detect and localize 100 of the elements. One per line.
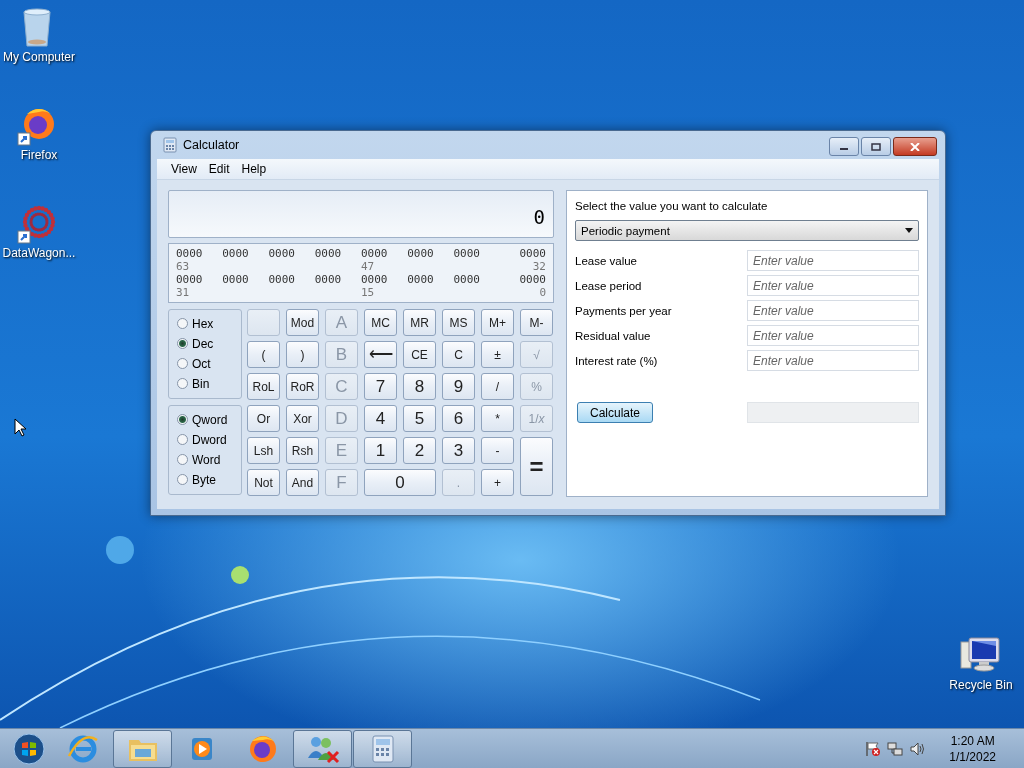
calculator-key[interactable]: MC (364, 309, 397, 336)
bit-position: 31 (176, 286, 191, 299)
bit-group: 0000 (176, 273, 223, 286)
calculator-key[interactable]: / (481, 373, 514, 400)
field-label: Lease period (575, 279, 642, 292)
close-button[interactable] (893, 137, 937, 156)
bit-position: 15 (361, 286, 376, 299)
calculator-key[interactable]: + (481, 469, 514, 496)
icon-label[interactable]: DataWagon... (2, 246, 76, 260)
menu-item[interactable]: Help (235, 162, 273, 176)
input-field[interactable]: Enter value (747, 250, 919, 271)
calculation-dropdown[interactable]: Periodic payment (575, 220, 919, 241)
field-label: Interest rate (%) (575, 354, 658, 367)
bit-group: 0000 (361, 247, 408, 260)
calculator-key[interactable]: Or (247, 405, 280, 432)
radio-option[interactable]: Word (177, 453, 241, 466)
taskbar-button[interactable] (113, 729, 172, 768)
calculator-key[interactable]: Xor (286, 405, 319, 432)
restore-button[interactable] (861, 137, 891, 156)
calculator-key[interactable]: 1 (364, 437, 397, 464)
calculator-key[interactable]: ⟵ (364, 341, 397, 368)
menu-item[interactable]: Edit (202, 162, 236, 176)
input-field[interactable]: Enter value (747, 325, 919, 346)
clock-time[interactable]: 1:20 AM (950, 732, 995, 749)
calculator-key[interactable]: And (286, 469, 319, 496)
calculator-key[interactable]: 6 (442, 405, 475, 432)
input-field[interactable]: Enter value (747, 275, 919, 296)
calculator-key[interactable]: RoL (247, 373, 280, 400)
bit-position: 0 (539, 286, 546, 299)
radio-option[interactable]: Dword (177, 433, 241, 446)
taskbar-button[interactable] (293, 729, 352, 768)
calculator-key[interactable]: RoR (286, 373, 319, 400)
network-icon[interactable] (887, 740, 904, 757)
radio-option[interactable]: Dec (177, 337, 241, 350)
result-display: 0 (168, 190, 554, 238)
clock-date[interactable]: 1/1/2022 (949, 748, 996, 765)
menu-item[interactable]: View (165, 162, 203, 176)
calculator-key[interactable]: ) (286, 341, 319, 368)
calculator-key[interactable]: 2 (403, 437, 436, 464)
calculator-key[interactable]: M+ (481, 309, 514, 336)
calculator-key[interactable]: * (481, 405, 514, 432)
calculator-key[interactable]: 5 (403, 405, 436, 432)
radio-option[interactable]: Bin (177, 377, 241, 390)
bit-group: 0000 (407, 273, 454, 286)
calculator-key[interactable]: - (481, 437, 514, 464)
minimize-button[interactable] (829, 137, 859, 156)
input-field[interactable]: Enter value (747, 300, 919, 321)
radio-option[interactable]: Qword (177, 413, 241, 426)
bit-group: 0000 (268, 247, 315, 260)
bit-position: 47 (361, 260, 376, 273)
calculator-key[interactable]: Not (247, 469, 280, 496)
field-label: Residual value (575, 329, 651, 342)
taskbar-button[interactable] (353, 729, 412, 768)
window-title: Calculator (183, 138, 241, 152)
bit-group: 0000 (222, 247, 269, 260)
bit-group: 0000 (268, 273, 315, 286)
mouse-pointer-icon (14, 418, 26, 437)
calculator-key[interactable]: MR (403, 309, 436, 336)
calculator-key[interactable]: 0 (364, 469, 436, 496)
calculator-key[interactable]: CE (403, 341, 436, 368)
bit-group: 0000 (222, 273, 269, 286)
calculator-key[interactable]: 8 (403, 373, 436, 400)
calculate-button[interactable]: Calculate (577, 402, 653, 423)
bit-group: 0000 (314, 273, 361, 286)
icon-label[interactable]: Firefox (20, 148, 58, 162)
calculator-key[interactable]: 9 (442, 373, 475, 400)
bit-group: 0000 (453, 273, 500, 286)
calculator-key[interactable]: Rsh (286, 437, 319, 464)
calculator-key[interactable]: ( (247, 341, 280, 368)
calculator-key[interactable]: 3 (442, 437, 475, 464)
dropdown-arrow-icon (905, 228, 913, 233)
input-field[interactable]: Enter value (747, 350, 919, 371)
calculator-key[interactable]: = (520, 437, 553, 496)
calculator-key[interactable]: Mod (286, 309, 319, 336)
field-label: Payments per year (575, 304, 672, 317)
bit-group: 0000 (176, 247, 223, 260)
flag-error-icon[interactable] (865, 740, 882, 757)
calculator-key[interactable]: 4 (364, 405, 397, 432)
calculator-icon (163, 137, 177, 153)
bit-position: 32 (532, 260, 546, 273)
calculator-key[interactable]: M- (520, 309, 553, 336)
bit-group: 0000 (361, 273, 408, 286)
bit-group: 0000 (519, 273, 546, 286)
calculator-key[interactable]: 7 (364, 373, 397, 400)
radio-option[interactable]: Byte (177, 473, 241, 486)
calculator-key[interactable]: C (442, 341, 475, 368)
icon-label[interactable]: My Computer (3, 50, 75, 64)
icon-label[interactable]: Recycle Bin (949, 678, 1013, 692)
restore-icon (871, 142, 881, 151)
bit-group: 0000 (453, 247, 500, 260)
speaker-icon[interactable] (909, 740, 926, 757)
bit-position: 63 (176, 260, 191, 273)
radio-option[interactable]: Oct (177, 357, 241, 370)
calculator-key[interactable]: MS (442, 309, 475, 336)
bit-group: 0000 (519, 247, 546, 260)
calculator-key[interactable]: ± (481, 341, 514, 368)
bit-group: 0000 (407, 247, 454, 260)
calculator-key[interactable]: Lsh (247, 437, 280, 464)
radio-option[interactable]: Hex (177, 317, 241, 330)
close-icon (910, 142, 920, 151)
